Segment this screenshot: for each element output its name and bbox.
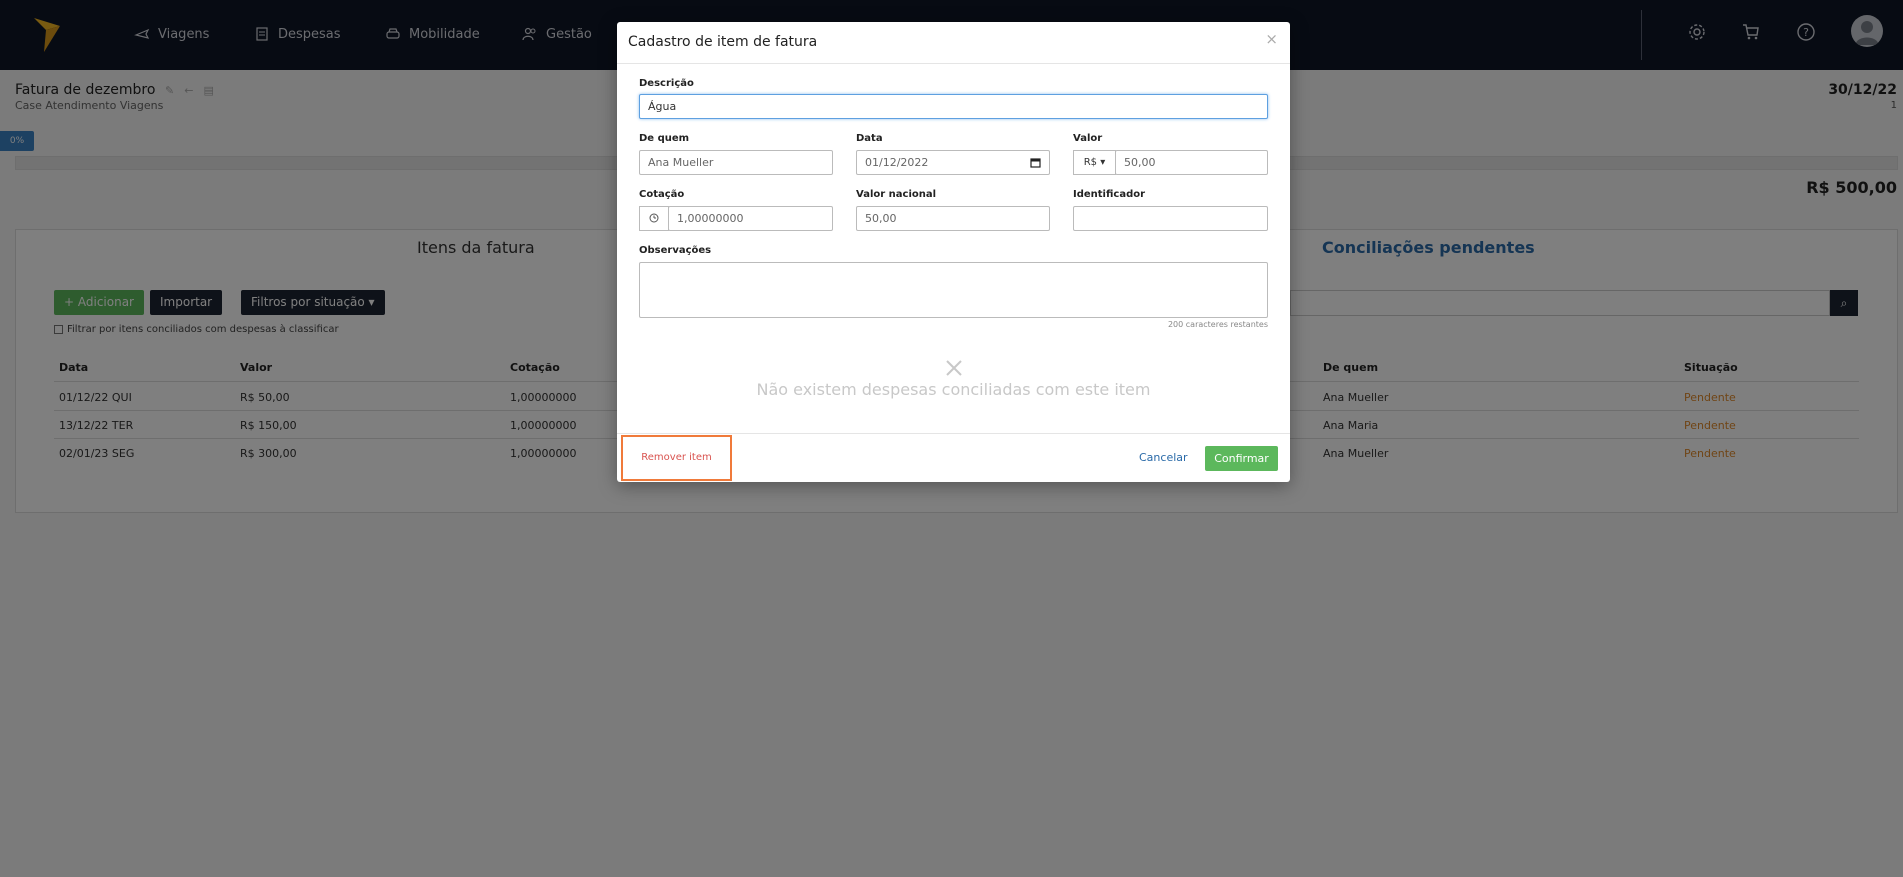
close-icon[interactable]: × [1265, 30, 1278, 48]
cancel-button[interactable]: Cancelar [1139, 446, 1188, 470]
modal-divider [617, 433, 1290, 434]
de-quem-input[interactable]: Ana Mueller [639, 150, 833, 175]
char-count: 200 caracteres restantes [1167, 320, 1268, 329]
observacoes-label: Observações [639, 245, 712, 256]
data-value: 01/12/2022 [865, 156, 929, 169]
modal-divider [617, 63, 1290, 64]
modal-title: Cadastro de item de fatura [628, 34, 818, 50]
data-input[interactable]: 01/12/2022 [856, 150, 1050, 175]
identificador-label: Identificador [1073, 189, 1146, 200]
cutlery-icon [946, 360, 962, 376]
calendar-icon[interactable] [1030, 157, 1041, 168]
cotacao-label: Cotação [639, 189, 685, 200]
clock-icon [649, 213, 659, 223]
invoice-item-modal: Cadastro de item de fatura × Descrição Á… [617, 22, 1290, 482]
remove-item-button[interactable]: Remover item [621, 435, 732, 481]
cotacao-input[interactable]: 1,00000000 [668, 206, 833, 231]
confirm-button[interactable]: Confirmar [1205, 446, 1278, 471]
de-quem-label: De quem [639, 133, 690, 144]
observacoes-textarea[interactable] [639, 262, 1268, 318]
valor-label: Valor [1073, 133, 1103, 144]
empty-state-message: Não existem despesas conciliadas com est… [756, 380, 1151, 399]
descricao-input[interactable]: Água [639, 94, 1268, 119]
valor-nacional-label: Valor nacional [856, 189, 937, 200]
valor-nacional-input[interactable]: 50,00 [856, 206, 1050, 231]
valor-input[interactable]: 50,00 [1115, 150, 1268, 175]
data-label: Data [856, 133, 883, 144]
currency-dropdown[interactable]: R$ ▾ [1073, 150, 1116, 175]
identificador-input[interactable] [1073, 206, 1268, 231]
descricao-label: Descrição [639, 78, 694, 89]
cotacao-addon[interactable] [639, 206, 669, 231]
